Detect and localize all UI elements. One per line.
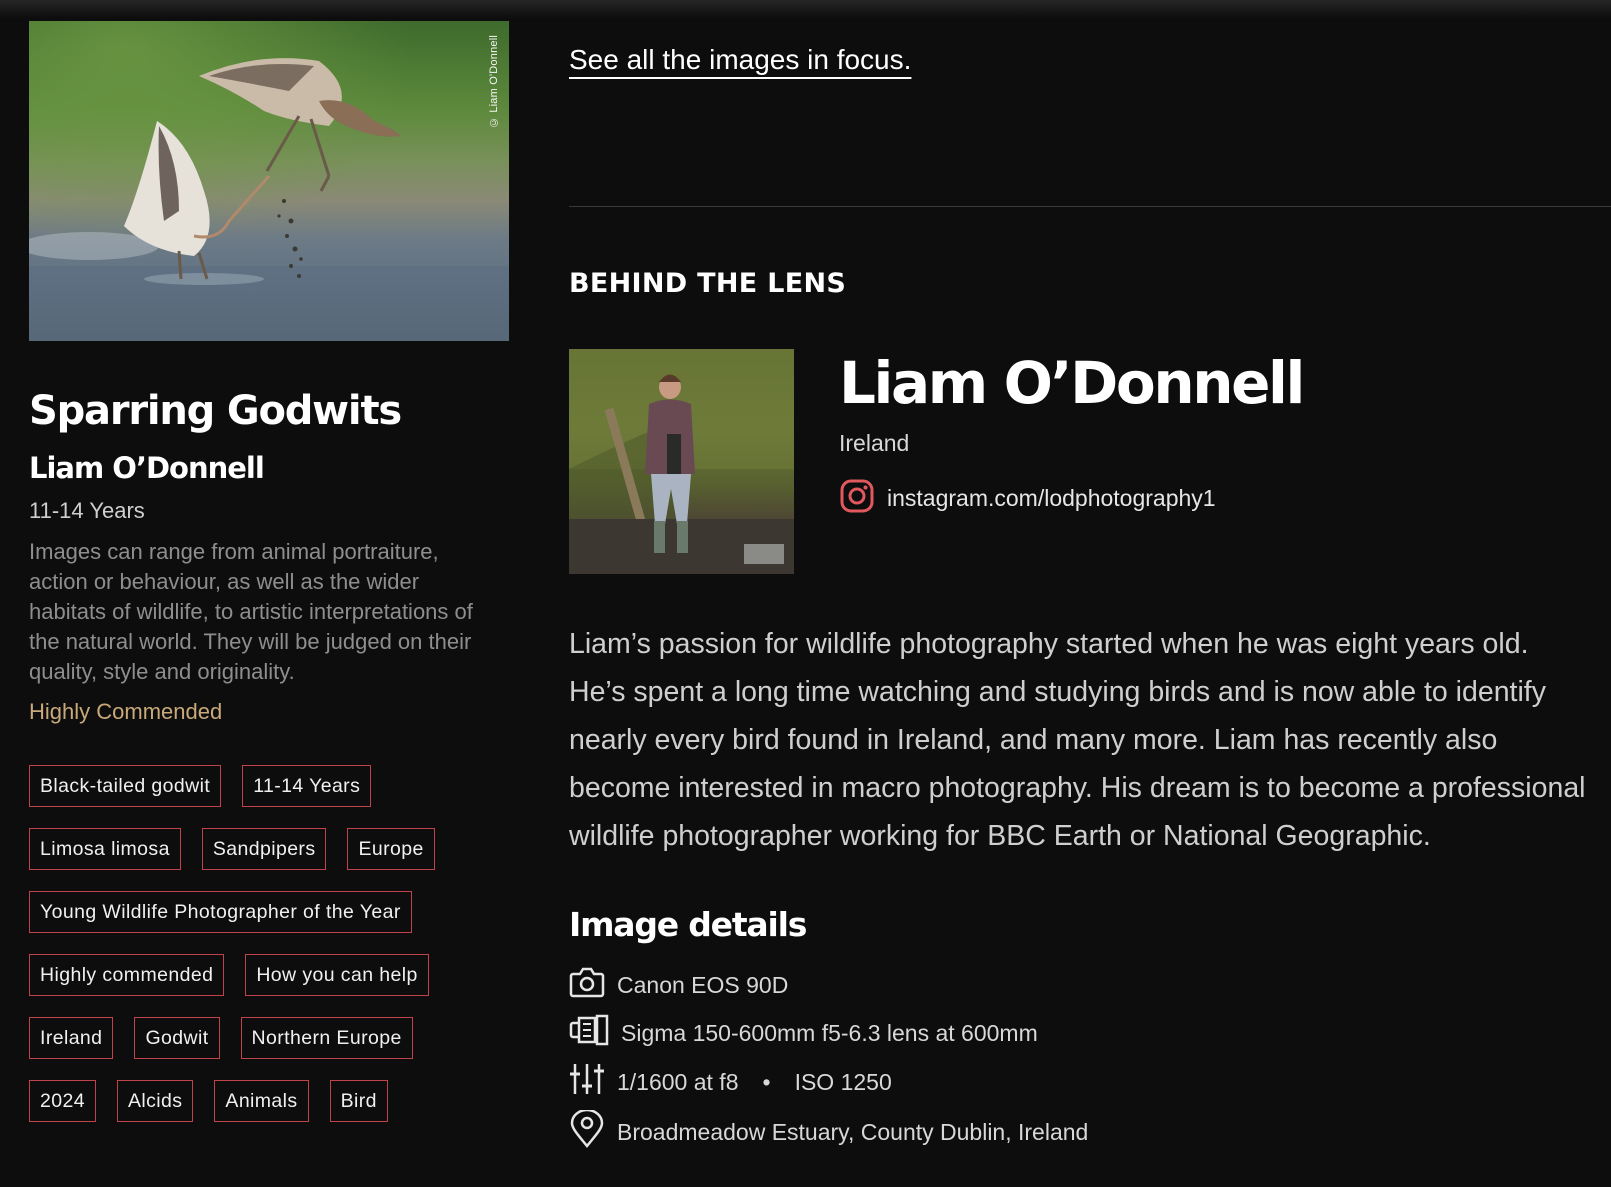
photo-credit: © Liam O'Donnell	[488, 35, 500, 129]
photographer-bio: Liam’s passion for wildlife photography …	[569, 628, 1586, 852]
sparring-godwits-illustration	[29, 21, 509, 341]
top-strip	[0, 0, 1611, 18]
photographer-portrait	[569, 349, 794, 574]
iso-setting: ISO 1250	[794, 1068, 892, 1095]
separator-dot: •	[762, 1068, 771, 1095]
camera-icon	[569, 966, 605, 1004]
exposure-setting: 1/1600 at f8	[617, 1068, 739, 1095]
detail-exposure: 1/1600 at f8 • ISO 1250	[569, 1062, 892, 1102]
tag-list: Black-tailed godwit 11-14 Years Limosa l…	[29, 765, 509, 1122]
photographer-country: Ireland	[839, 430, 910, 456]
tag-row: 2024 Alcids Animals Bird	[29, 1080, 509, 1122]
tag-row: Limosa limosa Sandpipers Europe	[29, 828, 509, 870]
instagram-link[interactable]: instagram.com/lodphotography1	[839, 478, 1216, 519]
tag-europe[interactable]: Europe	[347, 828, 435, 870]
see-all-images-link[interactable]: See all the images in focus.	[569, 44, 911, 76]
tag-ireland[interactable]: Ireland	[29, 1017, 114, 1059]
camera-model: Canon EOS 90D	[617, 971, 789, 998]
instagram-handle: instagram.com/lodphotography1	[887, 485, 1216, 511]
tag-sandpipers[interactable]: Sandpipers	[201, 828, 327, 870]
tag-row: Ireland Godwit Northern Europe	[29, 1017, 509, 1059]
tag-row: Black-tailed godwit 11-14 Years	[29, 765, 509, 807]
artwork-photo[interactable]: © Liam O'Donnell	[29, 21, 509, 341]
artwork-category-description: Images can range from animal portraiture…	[29, 539, 473, 684]
image-details-heading: Image details	[569, 905, 807, 944]
detail-lens: Sigma 150-600mm f5-6.3 lens at 600mm	[569, 1014, 1038, 1052]
artwork-panel: © Liam O'Donnell Sparring Godwits Liam O…	[29, 21, 509, 1143]
tag-highly-commended[interactable]: Highly commended	[29, 954, 225, 996]
tag-2024[interactable]: 2024	[29, 1080, 96, 1122]
tag-11-14-years[interactable]: 11-14 Years	[242, 765, 372, 807]
tag-limosa-limosa[interactable]: Limosa limosa	[29, 828, 181, 870]
tag-row: Highly commended How you can help	[29, 954, 509, 996]
behind-the-lens-heading: BEHIND THE LENS	[569, 268, 847, 299]
location-pin-icon	[569, 1108, 605, 1154]
instagram-icon	[839, 478, 875, 519]
detail-location: Broadmeadow Estuary, County Dublin, Irel…	[569, 1108, 1089, 1154]
artwork-author[interactable]: Liam O’Donnell	[29, 451, 509, 485]
tag-bird[interactable]: Bird	[329, 1080, 388, 1122]
tag-alcids[interactable]: Alcids	[116, 1080, 194, 1122]
photographer-portrait-illustration	[569, 349, 794, 574]
tag-godwit[interactable]: Godwit	[134, 1017, 220, 1059]
award-label: Highly Commended	[29, 699, 223, 724]
detail-camera: Canon EOS 90D	[569, 966, 788, 1004]
photo-location: Broadmeadow Estuary, County Dublin, Irel…	[617, 1118, 1089, 1145]
tag-row: Young Wildlife Photographer of the Year	[29, 891, 509, 933]
lens-model: Sigma 150-600mm f5-6.3 lens at 600mm	[621, 1019, 1038, 1046]
settings-sliders-icon	[569, 1062, 605, 1102]
section-divider	[569, 206, 1611, 207]
photographer-name: Liam O’Donnell	[839, 349, 1305, 417]
tag-black-tailed-godwit[interactable]: Black-tailed godwit	[29, 765, 222, 807]
tag-animals[interactable]: Animals	[214, 1080, 309, 1122]
tag-northern-europe[interactable]: Northern Europe	[240, 1017, 413, 1059]
tag-how-you-can-help[interactable]: How you can help	[245, 954, 429, 996]
lens-icon	[569, 1014, 609, 1052]
artwork-title: Sparring Godwits	[29, 388, 402, 434]
artwork-category: 11-14 Years	[29, 498, 145, 523]
tag-young-wildlife-photographer[interactable]: Young Wildlife Photographer of the Year	[29, 891, 412, 933]
